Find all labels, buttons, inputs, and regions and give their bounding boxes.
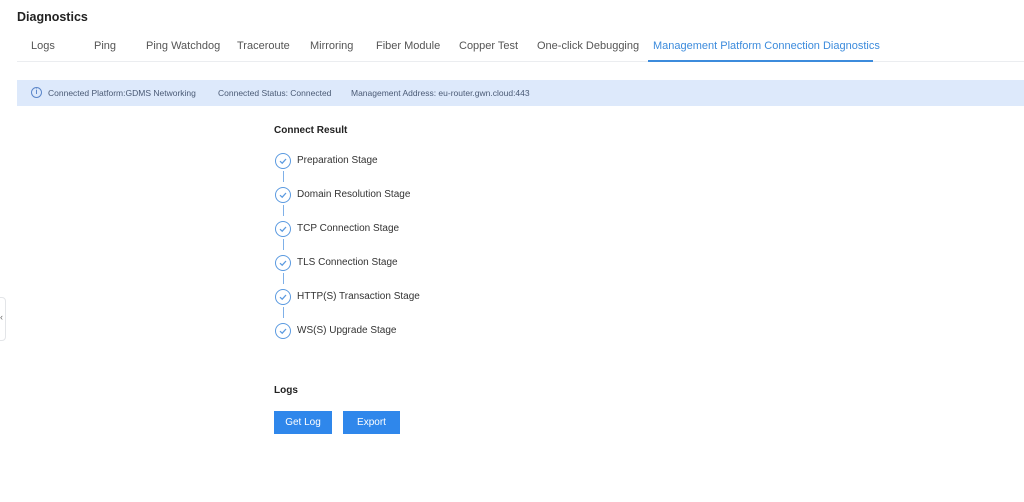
tab-bar: Logs Ping Ping Watchdog Traceroute Mirro…	[17, 36, 1024, 62]
stage-connector	[283, 239, 284, 250]
stage-label-tcp-connection: TCP Connection Stage	[297, 223, 400, 234]
export-button[interactable]: Export	[343, 411, 400, 434]
stage-label-wss-upgrade: WS(S) Upgrade Stage	[297, 325, 397, 336]
connected-platform-text: Connected Platform:GDMS Networking	[48, 88, 196, 98]
tab-fiber-module[interactable]: Fiber Module	[376, 40, 440, 52]
check-circle-icon	[275, 323, 291, 339]
tab-logs[interactable]: Logs	[31, 40, 55, 52]
connection-info-bar: i Connected Platform:GDMS Networking Con…	[17, 80, 1024, 106]
sidebar-collapse-handle[interactable]: ‹	[0, 297, 6, 341]
tab-one-click-debugging[interactable]: One-click Debugging	[537, 40, 639, 52]
get-log-button[interactable]: Get Log	[274, 411, 332, 434]
tab-mirroring[interactable]: Mirroring	[310, 40, 353, 52]
tab-management-platform-connection-diagnostics[interactable]: Management Platform Connection Diagnosti…	[653, 40, 880, 52]
stage-label-preparation: Preparation Stage	[297, 155, 378, 166]
stage-connector	[283, 273, 284, 284]
tab-ping-watchdog[interactable]: Ping Watchdog	[146, 40, 220, 52]
stage-connector	[283, 171, 284, 182]
connect-result-title: Connect Result	[274, 125, 348, 136]
tab-traceroute[interactable]: Traceroute	[237, 40, 290, 52]
management-address-text: Management Address: eu-router.gwn.cloud:…	[351, 88, 530, 98]
stage-connector	[283, 205, 284, 216]
tab-ping[interactable]: Ping	[94, 40, 116, 52]
check-circle-icon	[275, 187, 291, 203]
page-title: Diagnostics	[17, 10, 88, 24]
stage-label-domain-resolution: Domain Resolution Stage	[297, 189, 411, 200]
check-circle-icon	[275, 221, 291, 237]
logs-title: Logs	[274, 385, 298, 396]
stage-label-https-transaction: HTTP(S) Transaction Stage	[297, 291, 420, 302]
check-circle-icon	[275, 153, 291, 169]
collapse-arrow-icon: ‹	[0, 312, 3, 322]
check-circle-icon	[275, 289, 291, 305]
info-icon: i	[31, 87, 42, 98]
tab-copper-test[interactable]: Copper Test	[459, 40, 518, 52]
check-circle-icon	[275, 255, 291, 271]
active-tab-indicator	[648, 60, 873, 62]
stage-label-tls-connection: TLS Connection Stage	[297, 257, 398, 268]
stage-connector	[283, 307, 284, 318]
connected-status-text: Connected Status: Connected	[218, 88, 332, 98]
